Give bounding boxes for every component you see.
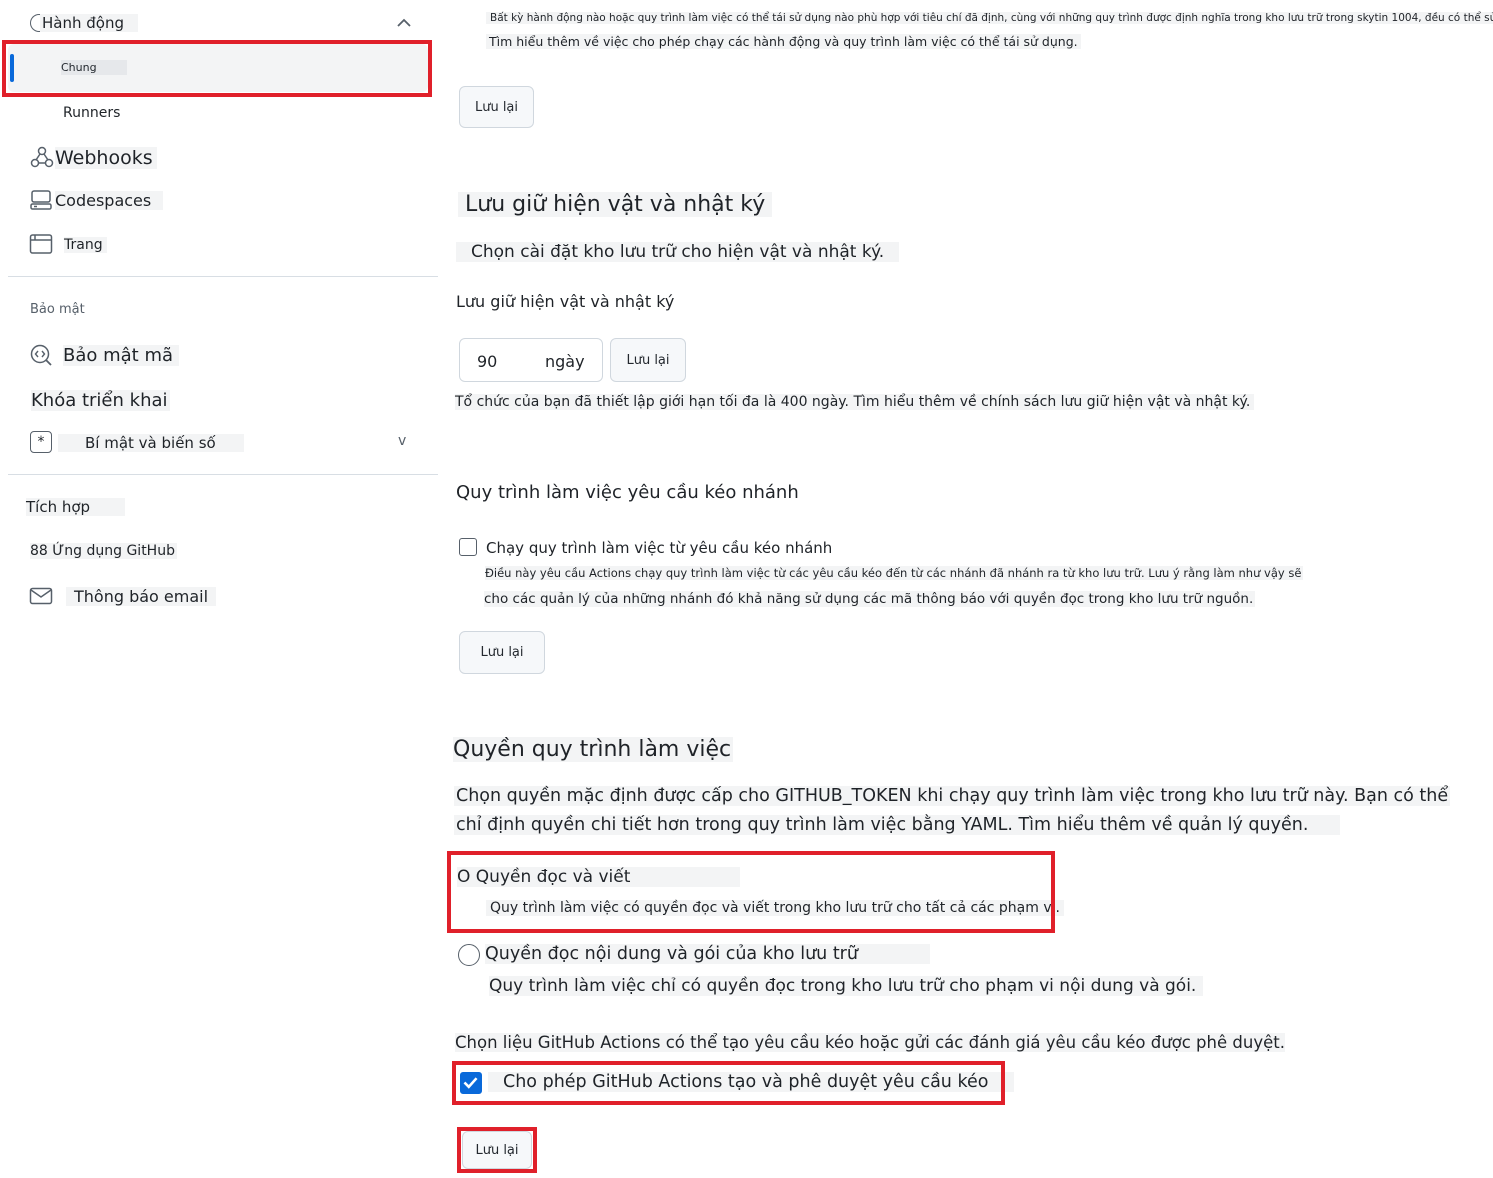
sidebar-divider [8, 276, 438, 277]
sidebar-item-label: Codespaces [55, 191, 164, 210]
sidebar-item-label: Trang [64, 237, 107, 253]
sidebar-item-secrets[interactable]: * Bí mật và biến số v [28, 430, 418, 458]
permissions-desc-line2[interactable]: chỉ định quyền chi tiết hơn trong quy tr… [454, 815, 1341, 835]
sidebar-item-label: Thông báo email [66, 587, 217, 606]
sidebar-item-code-security[interactable]: Bảo mật mã [28, 342, 188, 370]
retention-days-value: 90 [477, 352, 498, 371]
webhook-icon [30, 146, 54, 168]
fork-workflows-checkbox[interactable] [459, 538, 477, 556]
option-read-label[interactable]: Quyền đọc nội dung và gói của kho lưu tr… [485, 944, 930, 964]
sidebar-item-label: Webhooks [55, 147, 157, 169]
sidebar-item-label: Runners [63, 105, 121, 121]
fork-desc-line2: cho các quản lý của những nhánh đó khả n… [484, 591, 1256, 607]
reusable-desc-line2[interactable]: Tìm hiểu thêm về việc cho phép chạy các … [486, 34, 1081, 49]
fork-checkbox-label[interactable]: Chạy quy trình làm việc từ yêu cầu kéo n… [486, 539, 832, 557]
highlight-save-permissions [457, 1127, 537, 1173]
reusable-desc-line1: Bất kỳ hành động nào hoặc quy trình làm … [486, 12, 1493, 24]
asterisk-icon: * [30, 431, 52, 453]
actions-label: Hành động [40, 14, 138, 32]
sidebar-item-codespaces[interactable]: Codespaces [28, 188, 168, 214]
fork-title: Quy trình làm việc yêu cầu kéo nhánh [456, 482, 799, 503]
sidebar-item-label: Khóa triển khai [31, 390, 170, 411]
option-read-desc: Quy trình làm việc chỉ có quyền đọc tron… [489, 976, 1204, 996]
sidebar-item-github-apps[interactable]: 88 Ứng dụng GitHub [28, 540, 188, 566]
highlight-general [2, 40, 432, 97]
sidebar-divider [8, 474, 438, 475]
sidebar-item-deploy-keys[interactable]: Khóa triển khai [28, 388, 170, 416]
actions-section-header[interactable]: Hành động [28, 10, 418, 38]
retention-days-unit: ngày [545, 352, 585, 371]
codescan-icon [30, 344, 52, 366]
sidebar-item-webhooks[interactable]: Webhooks [28, 144, 158, 174]
sidebar-item-email-notifications[interactable]: Thông báo email [28, 584, 228, 610]
artifacts-field-label: Lưu giữ hiện vật và nhật ký [456, 292, 675, 311]
chevron-up-icon[interactable] [396, 16, 412, 28]
sidebar-item-pages[interactable]: Trang [28, 232, 118, 258]
save-button-fork[interactable]: Lưu lại [459, 631, 545, 674]
save-button-reusable[interactable]: Lưu lại [459, 86, 534, 128]
highlight-read-write [447, 851, 1055, 933]
permissions-title: Quyền quy trình làm việc [453, 737, 734, 762]
retention-days-input[interactable]: 90 ngày [459, 338, 603, 382]
security-heading: Bảo mật [30, 302, 85, 317]
highlight-allow-pr [452, 1061, 1005, 1105]
codespaces-icon [30, 190, 52, 210]
sidebar-item-label: 88 Ứng dụng GitHub [30, 543, 177, 559]
mail-icon [29, 587, 53, 605]
sidebar-item-label: Bí mật và biến số [58, 434, 244, 452]
fork-desc-line1: Điều này yêu cầu Actions chạy quy trình … [485, 566, 1304, 580]
artifacts-subtitle: Chọn cài đặt kho lưu trữ cho hiện vật và… [456, 242, 900, 262]
artifacts-title: Lưu giữ hiện vật và nhật ký [458, 192, 773, 217]
permissions-desc-line1: Chọn quyền mặc định được cấp cho GITHUB_… [454, 786, 1451, 806]
sidebar-item-runners[interactable]: Runners [60, 102, 130, 126]
retention-note[interactable]: Tổ chức của bạn đã thiết lập giới hạn tố… [455, 394, 1255, 410]
pr-desc: Chọn liệu GitHub Actions có thể tạo yêu … [455, 1033, 1285, 1052]
option-read-radio[interactable] [458, 944, 480, 966]
chevron-down-icon[interactable]: v [398, 433, 406, 449]
integrations-heading: Tích hợp [26, 498, 126, 516]
save-button-retention[interactable]: Lưu lại [610, 338, 686, 382]
sidebar-item-label: Bảo mật mã [63, 345, 180, 366]
browser-icon [29, 234, 53, 254]
